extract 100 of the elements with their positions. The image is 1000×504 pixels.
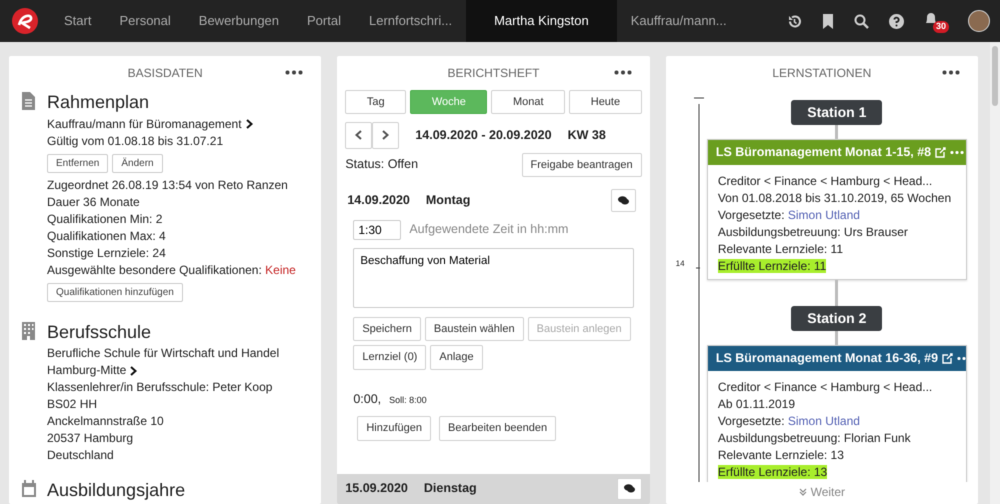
more-icon[interactable] xyxy=(942,70,960,75)
nav-tab[interactable]: Kauffrau/mann... xyxy=(616,0,741,42)
chevron-right-icon xyxy=(382,130,390,140)
more-icon[interactable] xyxy=(614,70,632,75)
time-total: 0:00, xyxy=(353,390,382,408)
small-button[interactable]: Qualifikationen hinzufügen xyxy=(47,282,183,302)
action-button[interactable]: Bearbeiten beenden xyxy=(438,416,556,441)
detail-link[interactable]: Kauffrau/mann für Büromanagement xyxy=(47,116,242,133)
nav-tab[interactable]: Lernfortschri... xyxy=(354,0,466,42)
info-text: Ausgewählte besondere Qualifikationen: Keine xyxy=(47,262,296,279)
period-tab[interactable]: Monat xyxy=(491,90,566,114)
info-label: Vorgesetzte: xyxy=(718,208,785,222)
info-text: Sonstige Lernziele: 24 xyxy=(47,244,167,262)
info-text: Ausbildungsbetreuung: Urs Brauser xyxy=(718,224,909,241)
chevron-right-icon xyxy=(130,366,138,376)
info-text: Klassenlehrer/in Berufsschule: Peter Koop xyxy=(47,379,274,396)
small-button[interactable]: Ändern xyxy=(112,154,163,173)
status-text: Status: Offen xyxy=(345,156,418,174)
info-text: Relevante Lernziele: 11 xyxy=(718,240,844,258)
info-text: Von 01.08.2018 bis 31.10.2019, 65 Wochen xyxy=(718,190,952,207)
search-icon[interactable] xyxy=(854,14,869,28)
day-weekday: Dienstag xyxy=(424,480,477,498)
chevron-left-icon xyxy=(355,130,362,140)
comment-button[interactable] xyxy=(616,478,642,500)
action-button[interactable]: Hinzufügen xyxy=(357,416,431,441)
help-icon[interactable] xyxy=(889,14,904,28)
report-text-area[interactable]: Beschaffung von Material xyxy=(353,248,634,308)
bookmark-icon[interactable] xyxy=(822,14,834,28)
panel-title: BERICHTSHEFT xyxy=(447,65,540,82)
info-text: Ab 01.11.2019 xyxy=(718,396,796,412)
info-text: Gültig vom 01.08.18 bis 31.07.21 xyxy=(47,132,224,150)
time-label: Aufgewendete Zeit in hh:mm xyxy=(409,221,568,238)
section-heading: Rahmenplan xyxy=(47,92,150,113)
day-date: 14.09.2020 xyxy=(347,192,410,209)
info-text: Creditor < Finance < Hamburg < Head... xyxy=(718,378,934,396)
time-input[interactable]: 1:30 xyxy=(353,220,402,240)
logo-icon[interactable] xyxy=(12,8,38,34)
nav-tab[interactable]: Personal xyxy=(105,0,185,42)
section-heading: Ausbildungsjahre xyxy=(47,480,186,502)
week-number: KW 38 xyxy=(568,126,606,144)
history-icon[interactable] xyxy=(787,14,802,28)
day-date: 15.09.2020 xyxy=(345,480,408,498)
detail-link[interactable]: Hamburg-Mitte xyxy=(47,362,126,380)
nav-tab[interactable]: Bewerbungen xyxy=(184,0,294,42)
day-weekday: Montag xyxy=(426,192,470,209)
person-link[interactable]: Simon Utland xyxy=(788,414,860,428)
info-text: Deutschland xyxy=(47,447,115,464)
info-label: Vorgesetzte: xyxy=(718,414,785,428)
comments-icon xyxy=(624,484,635,494)
section-heading: Berufsschule xyxy=(47,322,152,342)
action-button[interactable]: Lernziel (0) xyxy=(353,345,426,370)
more-icon[interactable] xyxy=(285,70,304,75)
action-button[interactable]: Anlage xyxy=(430,345,483,370)
timeline-label: 14 xyxy=(676,258,686,270)
small-button[interactable]: Entfernen xyxy=(47,154,108,173)
action-button[interactable]: Speichern xyxy=(353,316,421,341)
chevron-right-icon xyxy=(246,119,253,130)
highlighted-text: Erfüllte Lernziele: 11 xyxy=(718,258,826,273)
user-avatar[interactable] xyxy=(968,10,990,32)
scrollbar-thumb[interactable] xyxy=(992,46,998,106)
nav-tab[interactable]: Portal xyxy=(293,0,355,42)
station-label: Station 2 xyxy=(791,306,882,331)
period-tab[interactable]: Heute xyxy=(569,90,642,114)
panel-title: BASISDATEN xyxy=(128,65,203,82)
external-link-icon[interactable] xyxy=(935,146,946,158)
info-text: Qualifikationen Min: 2 xyxy=(47,210,164,228)
station-label: Station 1 xyxy=(791,100,882,125)
document-icon xyxy=(21,92,37,110)
nav-tab[interactable]: Martha Kingston xyxy=(466,0,617,42)
more-link[interactable]: Weiter xyxy=(798,482,846,504)
building-icon xyxy=(21,322,37,340)
release-request-button[interactable]: Freigabe beantragen xyxy=(522,152,642,177)
info-text: BS02 HH xyxy=(47,396,98,414)
info-text: 20537 Hamburg xyxy=(47,430,134,448)
info-text: Qualifikationen Max: 4 xyxy=(47,228,167,245)
next-button[interactable] xyxy=(372,122,400,148)
info-text: Relevante Lernziele: 13 xyxy=(718,446,845,464)
highlighted-text: Erfüllte Lernziele: 13 xyxy=(718,464,828,478)
info-text: Anckelmannstraße 10 xyxy=(47,413,165,430)
comments-icon xyxy=(618,196,629,205)
notification-badge: 30 xyxy=(933,21,950,33)
person-link[interactable]: Simon Utland xyxy=(788,208,860,222)
double-chevron-down-icon xyxy=(798,488,807,496)
external-link-icon[interactable] xyxy=(942,352,954,364)
panel-title: LERNSTATIONEN xyxy=(772,65,872,82)
bell-icon[interactable] xyxy=(924,12,938,26)
info-text: Creditor < Finance < Hamburg < Head... xyxy=(718,172,934,190)
action-button[interactable]: Baustein wählen xyxy=(424,316,524,341)
period-tab[interactable]: Tag xyxy=(345,90,406,114)
calendar-icon xyxy=(21,480,37,498)
station-title-link[interactable]: LS Büromanagement Monat 16-36, #9 xyxy=(716,348,938,368)
info-text: Dauer 36 Monate xyxy=(47,194,141,211)
info-text: Zugeordnet 26.08.19 13:54 von Reto Ranzen xyxy=(47,176,289,194)
previous-button[interactable] xyxy=(345,122,372,148)
nav-tab[interactable]: Start xyxy=(50,0,106,42)
info-text: Berufliche Schule für Wirtschaft und Handel xyxy=(47,345,280,362)
target-time: Soll: 8:00 xyxy=(389,394,427,406)
date-range: 14.09.2020 - 20.09.2020 xyxy=(415,126,552,144)
info-text: Ausbildungsbetreuung: Florian Funk xyxy=(718,430,912,446)
comment-button[interactable] xyxy=(610,189,636,212)
